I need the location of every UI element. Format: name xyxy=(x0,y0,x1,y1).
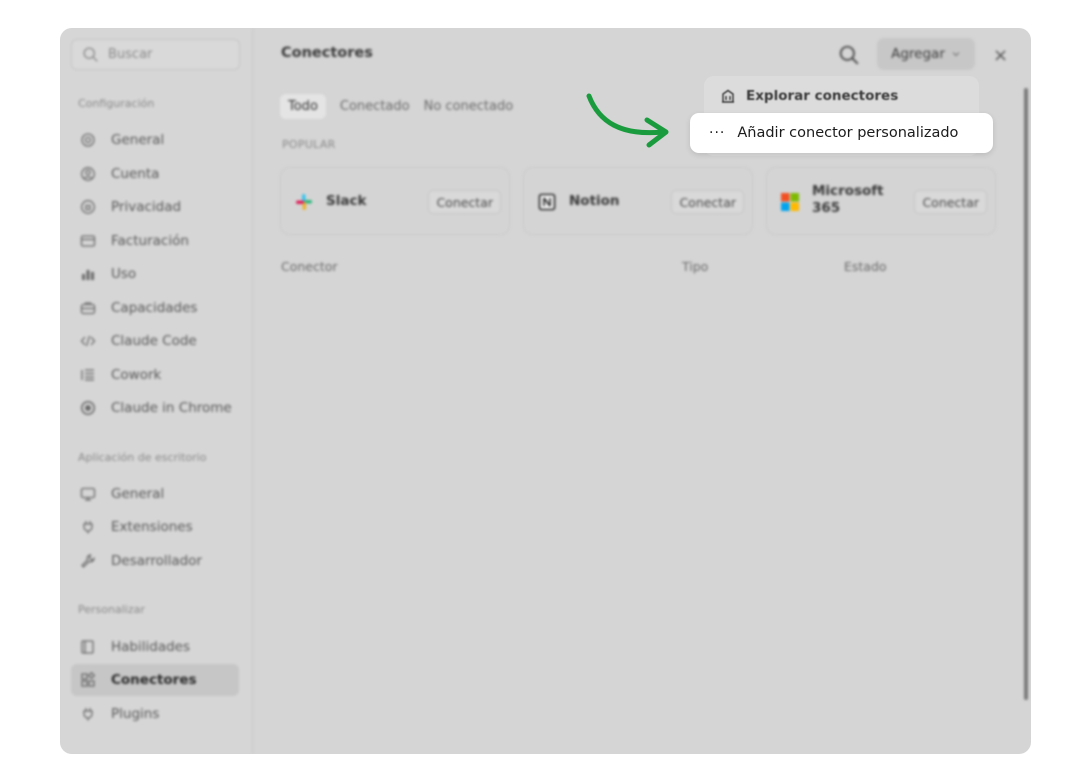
add-button[interactable]: Agregar xyxy=(877,38,975,70)
sidebar-item-label: Cuenta xyxy=(111,166,160,182)
sidebar-item-privacy[interactable]: Privacidad xyxy=(71,191,239,223)
sidebar-search-input[interactable]: Buscar xyxy=(71,39,240,70)
sidebar-item-account[interactable]: Cuenta xyxy=(71,158,239,190)
sidebar-item-label: Conectores xyxy=(111,672,197,688)
user-circle-icon xyxy=(81,167,95,181)
connect-button[interactable]: Conectar xyxy=(671,190,744,214)
sidebar-item-label: General xyxy=(111,132,165,148)
scrollbar[interactable] xyxy=(1024,88,1028,700)
sidebar-item-billing[interactable]: Facturación xyxy=(71,225,239,257)
sidebar-item-label: Desarrollador xyxy=(111,553,202,569)
sidebar-item-developer[interactable]: Desarrollador xyxy=(71,545,239,577)
table-header-connector: Conector xyxy=(281,259,338,274)
table-header-status: Estado xyxy=(844,259,887,274)
add-button-label: Agregar xyxy=(891,46,945,62)
search-placeholder: Buscar xyxy=(108,47,153,62)
sidebar-item-label: Uso xyxy=(111,266,137,282)
tab-connected[interactable]: Conectado xyxy=(340,99,410,114)
connector-name: Microsoft 365 xyxy=(812,183,884,216)
connector-card-slack: Slack Conectar xyxy=(280,167,510,235)
close-button[interactable]: × xyxy=(993,45,1008,66)
microsoft-logo-icon xyxy=(781,193,799,211)
plug-icon xyxy=(83,521,93,534)
briefcase-icon xyxy=(80,302,96,315)
connectors-icon xyxy=(81,672,96,687)
sidebar-item-label: Capacidades xyxy=(111,300,198,316)
filter-tabs: Todo Conectado No conectado xyxy=(280,94,513,119)
sidebar-item-usage[interactable]: Uso xyxy=(71,258,239,290)
section-label-config: Configuración xyxy=(78,97,155,110)
sidebar-item-label: Extensiones xyxy=(111,519,193,535)
building-icon xyxy=(722,89,734,103)
sidebar-item-label: Privacidad xyxy=(111,199,182,215)
sidebar-item-claude-in-chrome[interactable]: Claude in Chrome xyxy=(71,392,239,424)
sidebar-item-label: General xyxy=(111,486,165,502)
sidebar-item-label: Plugins xyxy=(111,706,160,722)
sidebar-item-desktop-general[interactable]: General xyxy=(71,478,239,510)
connector-name: Slack xyxy=(326,193,367,209)
monitor-icon xyxy=(80,487,96,501)
plug-icon xyxy=(83,708,93,721)
sidebar-item-connectors[interactable]: Conectores xyxy=(71,664,239,696)
menu-item-label: Explorar conectores xyxy=(746,88,899,104)
sidebar-item-skills[interactable]: Habilidades xyxy=(71,631,239,663)
sidebar-item-capabilities[interactable]: Capacidades xyxy=(71,292,239,324)
connect-button[interactable]: Conectar xyxy=(914,190,987,214)
page-title: Conectores xyxy=(281,45,373,61)
sidebar-item-label: Claude in Chrome xyxy=(111,400,232,416)
popular-label: POPULAR xyxy=(282,138,336,151)
bar-chart-icon xyxy=(82,270,94,280)
tab-not-connected[interactable]: No conectado xyxy=(424,99,514,114)
table-header-type: Tipo xyxy=(682,259,709,274)
globe-icon xyxy=(81,401,95,415)
annotation-arrow-icon xyxy=(586,93,669,148)
more-dots-icon: ··· xyxy=(709,125,726,141)
sidebar-item-claude-code[interactable]: Claude Code xyxy=(71,325,239,357)
shield-icon xyxy=(81,200,95,214)
slack-logo-icon xyxy=(296,194,312,210)
gear-icon xyxy=(81,133,95,147)
sidebar-item-label: Claude Code xyxy=(111,333,197,349)
menu-item-label: Añadir conector personalizado xyxy=(737,125,959,141)
search-icon xyxy=(83,47,98,62)
book-icon xyxy=(81,640,94,654)
sidebar-item-extensions[interactable]: Extensiones xyxy=(71,511,239,543)
search-icon[interactable] xyxy=(838,44,860,66)
list-icon xyxy=(81,369,94,381)
connector-card-notion: Notion Conectar xyxy=(523,167,753,235)
section-label-personalize: Personalizar xyxy=(78,603,145,616)
tab-all[interactable]: Todo xyxy=(280,94,326,119)
notion-logo-icon xyxy=(538,193,556,211)
section-label-desktop: Aplicación de escritorio xyxy=(78,451,207,464)
sidebar-item-general[interactable]: General xyxy=(71,124,239,156)
sidebar-item-label: Facturación xyxy=(111,233,189,249)
menu-item-browse-connectors[interactable]: Explorar conectores xyxy=(720,88,898,104)
sidebar-item-label: Habilidades xyxy=(111,639,190,655)
sidebar: Buscar Configuración General Cuenta Priv… xyxy=(60,28,253,754)
wrench-icon xyxy=(81,554,95,568)
connect-button[interactable]: Conectar xyxy=(428,190,501,214)
chevron-down-icon xyxy=(952,52,960,57)
sidebar-item-cowork[interactable]: Cowork xyxy=(71,359,239,391)
sidebar-item-label: Cowork xyxy=(111,367,162,383)
menu-item-add-custom-connector[interactable]: ··· Añadir conector personalizado xyxy=(690,113,993,153)
code-icon xyxy=(80,335,96,347)
credit-card-icon xyxy=(80,235,96,247)
connector-name: Notion xyxy=(569,193,620,209)
connector-card-microsoft-365: Microsoft 365 Conectar xyxy=(766,167,996,235)
sidebar-item-plugins[interactable]: Plugins xyxy=(71,698,239,730)
